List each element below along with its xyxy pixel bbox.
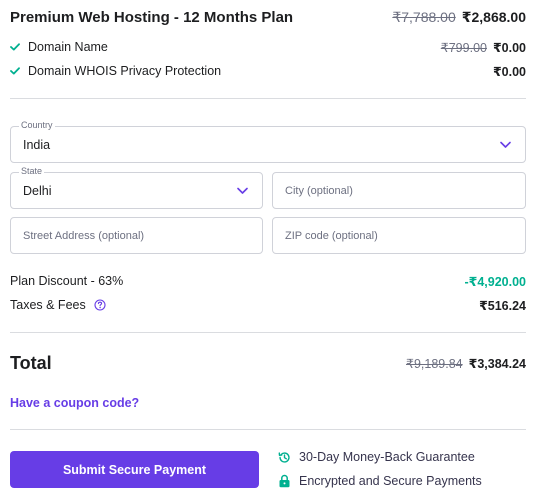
check-icon [10,43,28,51]
discount-row: Plan Discount - 63% -₹4,920.00 [10,271,526,291]
feature-row: Domain Name ₹799.00 ₹0.00 [10,37,526,57]
secure-payments: Encrypted and Secure Payments [278,473,482,489]
taxes-label-group: Taxes & Fees [10,298,106,312]
feature-new-price: ₹0.00 [492,40,526,55]
help-icon[interactable] [94,299,106,311]
history-icon [278,451,299,464]
country-select[interactable]: Country India [10,120,526,163]
zip-code-input[interactable]: ZIP code (optional) [272,217,526,254]
feature-name: Domain WHOIS Privacy Protection [28,64,222,78]
taxes-label: Taxes & Fees [10,298,86,312]
plan-title: Premium Web Hosting - 12 Months Plan [10,8,294,26]
feature-price: ₹799.00 ₹0.00 [441,40,526,55]
country-value: India [23,137,51,152]
lock-icon [278,474,299,488]
total-price: ₹9,189.84 ₹3,384.24 [406,356,526,371]
feature-name: Domain Name [28,40,108,54]
total-old-price: ₹9,189.84 [406,356,463,371]
city-placeholder: City (optional) [285,184,353,197]
discount-value: -₹4,920.00 [464,274,526,289]
zip-placeholder: ZIP code (optional) [285,229,378,242]
city-input[interactable]: City (optional) [272,172,526,209]
state-select[interactable]: State Delhi [10,166,263,209]
street-address-input[interactable]: Street Address (optional) [10,217,263,254]
taxes-row: Taxes & Fees ₹516.24 [10,295,526,315]
total-label: Total [10,352,52,373]
state-value: Delhi [23,183,52,198]
secure-payments-label: Encrypted and Secure Payments [299,474,482,488]
money-back-guarantee: 30-Day Money-Back Guarantee [278,449,475,465]
submit-payment-button[interactable]: Submit Secure Payment [10,451,259,488]
feature-label: Domain WHOIS Privacy Protection [10,64,221,78]
coupon-link-label: Have a coupon code? [10,396,140,410]
divider [10,429,526,430]
chevron-down-icon [237,187,248,194]
divider [10,98,526,99]
feature-label: Domain Name [10,40,108,54]
taxes-value: ₹516.24 [479,298,526,313]
plan-new-price: ₹2,868.00 [461,8,526,25]
feature-old-price: ₹799.00 [440,40,487,55]
street-placeholder: Street Address (optional) [23,229,145,242]
total-new-price: ₹3,384.24 [468,356,526,371]
divider [10,332,526,333]
discount-label: Plan Discount - 63% [10,274,124,288]
total-row: Total ₹9,189.84 ₹3,384.24 [10,351,526,375]
plan-row: Premium Web Hosting - 12 Months Plan ₹7,… [10,7,526,27]
check-icon [10,67,28,75]
coupon-link[interactable]: Have a coupon code? [10,394,139,412]
money-back-label: 30-Day Money-Back Guarantee [299,450,475,464]
feature-price: ₹0.00 [492,64,526,79]
feature-row: Domain WHOIS Privacy Protection ₹0.00 [10,61,526,81]
plan-price: ₹7,788.00 ₹2,868.00 [392,9,526,26]
chevron-down-icon [500,141,511,148]
plan-old-price: ₹7,788.00 [392,8,456,25]
